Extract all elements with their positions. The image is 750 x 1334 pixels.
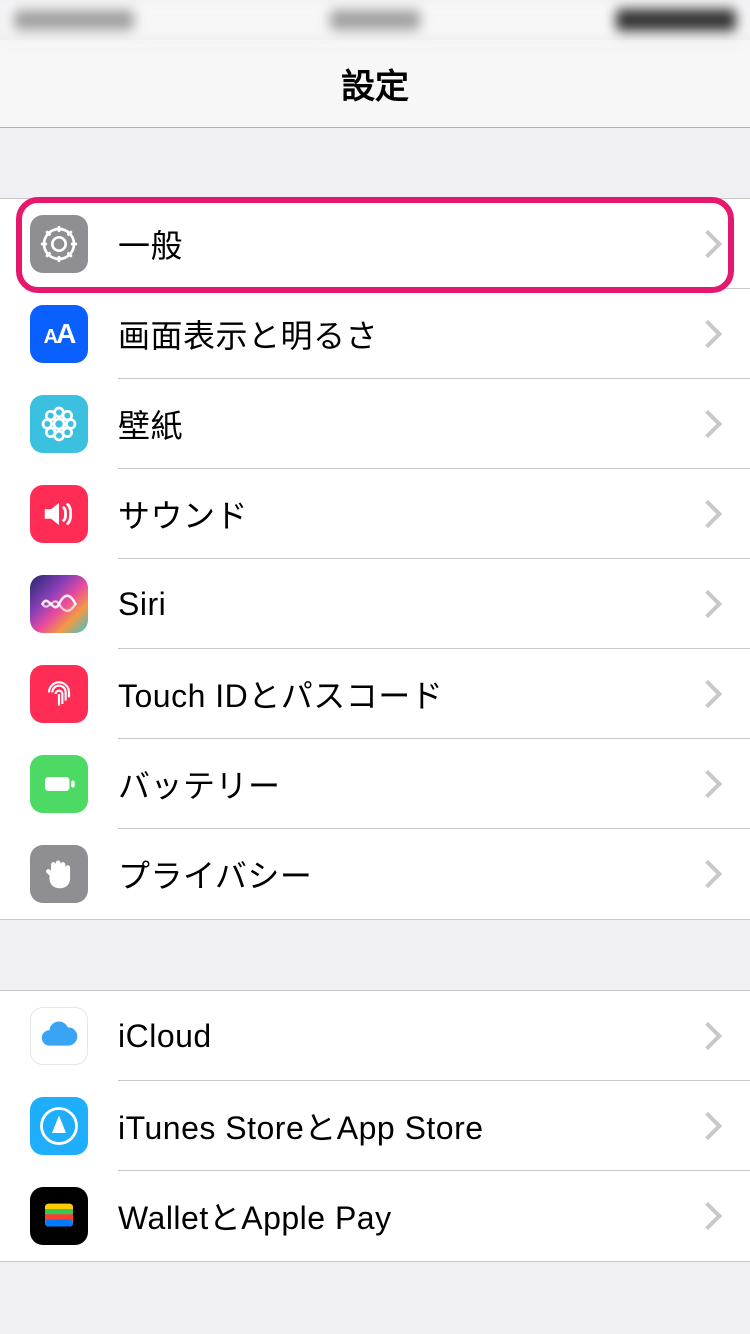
row-wallpaper[interactable]: 壁紙 (0, 379, 750, 469)
text-size-icon: AA (30, 305, 88, 363)
row-label: バッテリー (88, 761, 698, 807)
row-sounds[interactable]: サウンド (0, 469, 750, 559)
row-label: 壁紙 (88, 401, 698, 447)
chevron-right-icon (694, 770, 722, 798)
appstore-icon (30, 1097, 88, 1155)
chevron-right-icon (694, 410, 722, 438)
row-privacy[interactable]: プライバシー (0, 829, 750, 919)
cloud-icon (30, 1007, 88, 1065)
row-label: WalletとApple Pay (88, 1193, 698, 1239)
chevron-right-icon (694, 500, 722, 528)
row-label: 画面表示と明るさ (88, 311, 698, 357)
row-touch-id-passcode[interactable]: Touch IDとパスコード (0, 649, 750, 739)
flower-icon (30, 395, 88, 453)
page-title: 設定 (341, 59, 409, 108)
siri-icon (30, 575, 88, 633)
section-gap (0, 920, 750, 990)
row-siri[interactable]: Siri (0, 559, 750, 649)
row-label: 一般 (88, 221, 698, 267)
section-gap (0, 128, 750, 198)
row-label: Touch IDとパスコード (88, 671, 698, 717)
chevron-right-icon (694, 320, 722, 348)
battery-icon (30, 755, 88, 813)
gear-icon (30, 215, 88, 273)
fingerprint-icon (30, 665, 88, 723)
wallet-icon (30, 1187, 88, 1245)
row-itunes-appstore[interactable]: iTunes StoreとApp Store (0, 1081, 750, 1171)
chevron-right-icon (694, 590, 722, 618)
settings-group-store: iCloud iTunes StoreとApp Store WalletとApp… (0, 990, 750, 1262)
chevron-right-icon (694, 230, 722, 258)
row-label: プライバシー (88, 851, 698, 897)
chevron-right-icon (694, 1202, 722, 1230)
row-general[interactable]: 一般 (0, 199, 750, 289)
row-wallet-applepay[interactable]: WalletとApple Pay (0, 1171, 750, 1261)
nav-header: 設定 (0, 40, 750, 128)
row-label: iCloud (88, 1018, 698, 1055)
row-battery[interactable]: バッテリー (0, 739, 750, 829)
settings-group-main: 一般 AA 画面表示と明るさ 壁紙 (0, 198, 750, 920)
chevron-right-icon (694, 1112, 722, 1140)
row-label: iTunes StoreとApp Store (88, 1103, 698, 1149)
hand-icon (30, 845, 88, 903)
row-display-brightness[interactable]: AA 画面表示と明るさ (0, 289, 750, 379)
status-time (330, 10, 420, 30)
status-bar (0, 0, 750, 40)
row-icloud[interactable]: iCloud (0, 991, 750, 1081)
row-label: サウンド (88, 491, 698, 537)
speaker-icon (30, 485, 88, 543)
chevron-right-icon (694, 1022, 722, 1050)
row-label: Siri (88, 586, 698, 623)
chevron-right-icon (694, 680, 722, 708)
status-battery (616, 9, 736, 31)
chevron-right-icon (694, 860, 722, 888)
status-carrier (14, 10, 134, 30)
